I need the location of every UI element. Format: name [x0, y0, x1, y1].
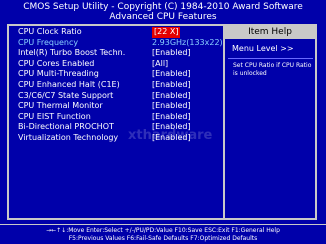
key-legend-line2: F5:Previous Values F6:Fail-Safe Defaults…: [68, 235, 258, 242]
setting-cpu-thermal-monitor[interactable]: CPU Thermal Monitor [Enabled]: [18, 101, 218, 112]
setting-value[interactable]: [Enabled]: [152, 112, 191, 123]
setting-cpu-multi-threading[interactable]: CPU Multi-Threading [Enabled]: [18, 69, 218, 80]
setting-c-state-support[interactable]: C3/C6/C7 State Support [Enabled]: [18, 91, 218, 102]
page-title: Advanced CPU Features: [109, 12, 217, 22]
setting-label: CPU Cores Enabled: [18, 58, 95, 68]
setting-label: Virtualization Technology: [18, 132, 119, 142]
setting-label: CPU Thermal Monitor: [18, 101, 103, 111]
setting-cpu-enhanced-halt[interactable]: CPU Enhanced Halt (C1E) [Enabled]: [18, 80, 218, 91]
key-legend-line1: →←↑↓:Move Enter:Select +/-/PU/PD:Value F…: [46, 227, 280, 234]
setting-value[interactable]: [Enabled]: [152, 69, 191, 80]
setting-label: Bi-Directional PROCHOT: [18, 122, 114, 132]
bios-header: CMOS Setup Utility - Copyright (C) 1984-…: [0, 2, 326, 22]
setting-cpu-frequency: CPU Frequency 2.93GHz(133x22): [18, 37, 223, 49]
setting-cpu-eist-function[interactable]: CPU EIST Function [Enabled]: [18, 112, 218, 123]
setting-label: Intel(R) Turbo Boost Techn.: [18, 48, 126, 58]
setting-value[interactable]: [22 X]: [152, 27, 181, 38]
setting-value[interactable]: [Enabled]: [152, 80, 191, 91]
setting-label: CPU Frequency: [18, 37, 79, 47]
setting-cpu-clock-ratio[interactable]: CPU Clock Ratio [22 X]: [18, 27, 218, 38]
setting-label: CPU Multi-Threading: [18, 69, 99, 79]
item-help-text: Set CPU Ratio if CPU Ratio is unlocked: [233, 62, 312, 77]
setting-turbo-boost[interactable]: Intel(R) Turbo Boost Techn. [Enabled]: [18, 48, 218, 59]
setting-label: CPU EIST Function: [18, 111, 91, 121]
bios-title: CMOS Setup Utility - Copyright (C) 1984-…: [23, 2, 303, 12]
setting-label: CPU Clock Ratio: [18, 27, 82, 36]
settings-list: CPU Clock Ratio [22 X] CPU Frequency 2.9…: [18, 27, 223, 144]
item-help-title: Item Help: [225, 25, 315, 39]
setting-label: C3/C6/C7 State Support: [18, 90, 114, 100]
setting-value[interactable]: [All]: [152, 59, 168, 70]
footer-divider: [0, 224, 326, 225]
key-legend: →←↑↓:Move Enter:Select +/-/PU/PD:Value F…: [0, 227, 326, 243]
menu-level: Menu Level >>: [232, 44, 294, 53]
setting-label: CPU Enhanced Halt (C1E): [18, 79, 120, 89]
setting-value[interactable]: [Enabled]: [152, 101, 191, 112]
setting-value: 2.93GHz(133x22): [152, 37, 223, 47]
help-divider: [228, 58, 313, 59]
panel-divider: [223, 24, 225, 220]
setting-value[interactable]: [Enabled]: [152, 48, 191, 59]
setting-value[interactable]: [Enabled]: [152, 91, 191, 102]
setting-cpu-cores-enabled[interactable]: CPU Cores Enabled [All]: [18, 59, 218, 70]
watermark: xthardware: [128, 128, 213, 143]
